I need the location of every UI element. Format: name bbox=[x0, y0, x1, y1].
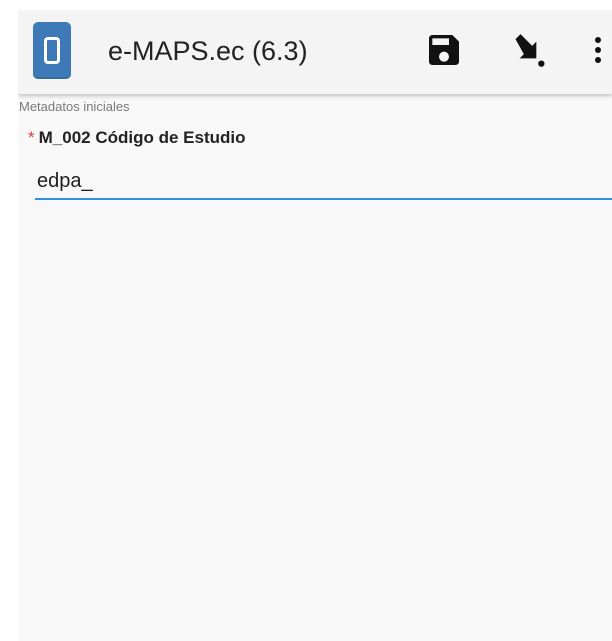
jump-to-button[interactable] bbox=[506, 28, 550, 72]
save-button[interactable] bbox=[422, 28, 466, 72]
app-bar: e-MAPS.ec (6.3) bbox=[18, 10, 612, 94]
section-label: Metadatos iniciales bbox=[19, 99, 130, 114]
save-icon bbox=[429, 35, 459, 65]
field-label: * M_002 Código de Estudio bbox=[28, 128, 245, 148]
more-vert-icon bbox=[595, 37, 601, 63]
field-label-text: M_002 Código de Estudio bbox=[38, 128, 246, 147]
app-screen: e-MAPS.ec (6.3) Metadatos iniciales * M_0… bbox=[18, 10, 612, 641]
download-arrow-icon bbox=[515, 34, 545, 67]
required-marker: * bbox=[28, 128, 35, 147]
app-logo-icon bbox=[33, 22, 71, 79]
study-code-input[interactable] bbox=[35, 168, 612, 200]
app-title: e-MAPS.ec (6.3) bbox=[108, 36, 308, 66]
more-options-button[interactable] bbox=[586, 28, 610, 72]
app-logo-glyph bbox=[44, 37, 60, 64]
